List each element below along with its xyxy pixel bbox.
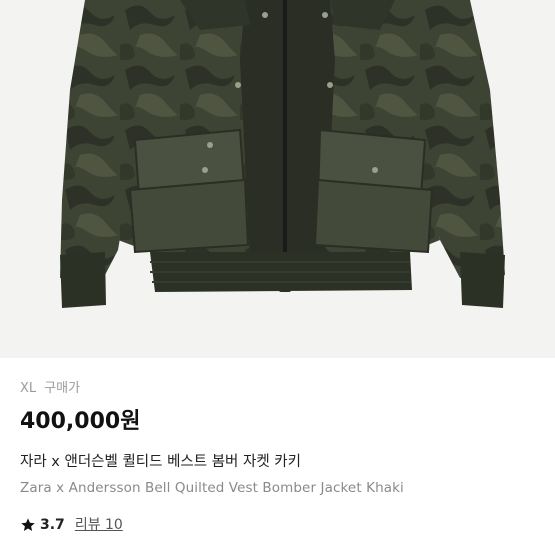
size-purchase-line: XL 구매가	[20, 380, 540, 398]
product-image[interactable]	[0, 0, 555, 358]
star-icon	[21, 518, 35, 531]
rating-score: 3.7	[40, 517, 65, 533]
jacket-illustration	[60, 0, 505, 308]
product-title-korean: 자라 x 앤더슨벨 퀼티드 베스트 봄버 자켓 카키	[20, 454, 301, 470]
purchase-price-label: 구매가	[44, 381, 81, 396]
price: 400,000원	[20, 409, 141, 434]
product-title-english: Zara x Andersson Bell Quilted Vest Bombe…	[20, 480, 404, 496]
size-label: XL	[20, 381, 37, 396]
reviews-link[interactable]: 리뷰 10	[75, 515, 123, 535]
rating-row: 3.7 리뷰 10	[20, 515, 540, 535]
product-info: XL 구매가 400,000원 자라 x 앤더슨벨 퀼티드 베스트 봄버 자켓 카…	[20, 380, 540, 535]
